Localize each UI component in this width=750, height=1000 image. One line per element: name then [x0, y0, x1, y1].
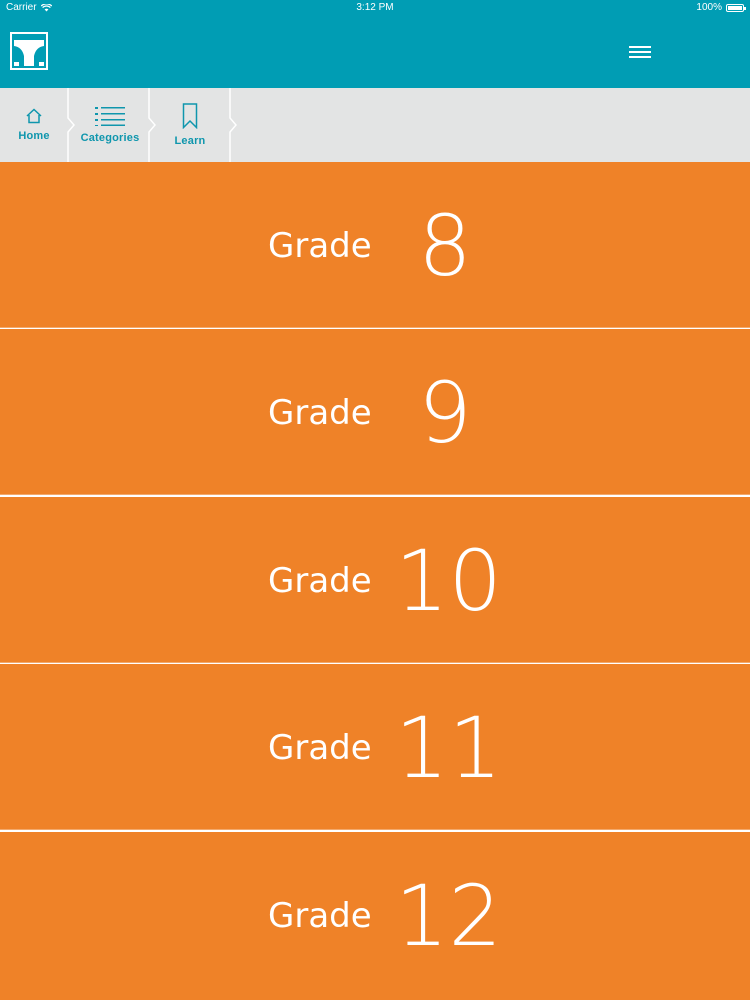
- status-bar: Carrier 3:12 PM 100%: [0, 0, 750, 16]
- chevron-right-icon: [229, 88, 237, 162]
- grade-number: 9: [418, 364, 472, 462]
- grade-label: Grade: [268, 728, 372, 768]
- grade-number: 11: [395, 699, 502, 797]
- breadcrumb-learn[interactable]: Learn: [151, 88, 229, 162]
- grade-label: Grade: [268, 226, 372, 266]
- battery-indicator: 100%: [696, 2, 746, 13]
- breadcrumb-label: Categories: [80, 132, 140, 144]
- hamburger-icon: [629, 46, 651, 58]
- bridge-logo-icon[interactable]: [10, 32, 48, 70]
- breadcrumb-categories[interactable]: Categories: [70, 88, 150, 162]
- menu-button[interactable]: [626, 40, 654, 64]
- grade-label: Grade: [268, 561, 372, 601]
- breadcrumb-home[interactable]: Home: [0, 88, 68, 162]
- grade-11-item[interactable]: Grade 11: [0, 664, 750, 830]
- grade-9-item[interactable]: Grade 9: [0, 329, 750, 495]
- breadcrumb: Home Categories Learn: [0, 88, 750, 162]
- status-time: 3:12 PM: [356, 2, 394, 13]
- list-icon: [95, 107, 125, 126]
- home-icon: [26, 108, 42, 124]
- app-header: Carrier 3:12 PM 100%: [0, 0, 750, 88]
- grade-number: 12: [395, 867, 502, 965]
- grade-8-item[interactable]: Grade 8: [0, 162, 750, 328]
- grade-12-item[interactable]: Grade 12: [0, 832, 750, 1000]
- breadcrumb-label: Learn: [174, 135, 206, 147]
- battery-percent: 100%: [696, 2, 722, 13]
- breadcrumb-label: Home: [18, 130, 50, 142]
- grade-10-item[interactable]: Grade 10: [0, 497, 750, 663]
- bookmark-icon: [182, 103, 198, 129]
- grade-label: Grade: [268, 393, 372, 433]
- grade-label: Grade: [268, 896, 372, 936]
- battery-icon: [726, 3, 746, 12]
- grade-number: 10: [395, 532, 502, 630]
- grade-list: Grade 8 Grade 9 Grade 10 Grade 11 Grade …: [0, 162, 750, 1000]
- grade-number: 8: [418, 197, 472, 295]
